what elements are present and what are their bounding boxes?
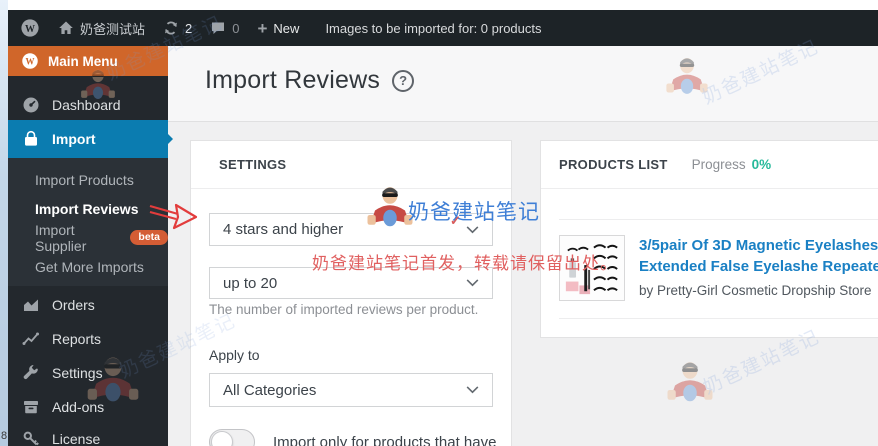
import-only-toggle[interactable] (209, 429, 255, 446)
active-menu-arrow (164, 130, 182, 148)
desktop-edge-strip: 8 (0, 0, 8, 446)
product-title-line1: 3/5pair Of 3D Magnetic Eyelashes Han (639, 237, 878, 254)
comments-indicator[interactable]: 0 (210, 20, 239, 36)
product-byline: by Pretty-Girl Cosmetic Dropship Store (639, 283, 872, 298)
wordpress-menu[interactable]: W (20, 18, 40, 38)
svg-text:W: W (25, 24, 35, 35)
import-only-toggle-label: Import only for products that have (273, 433, 497, 446)
sidebar-item-label: Dashboard (52, 97, 121, 113)
wordpress-logo-icon: W (22, 53, 38, 69)
site-link[interactable]: 奶爸测试站 (58, 19, 145, 38)
wordpress-admin-screen: 8 W 奶爸测试站 2 0 + New Images to be importe… (0, 0, 878, 446)
superhero-mascot-icon (666, 360, 714, 408)
chevron-down-icon (466, 386, 479, 394)
list-divider (559, 219, 878, 220)
plus-icon: + (257, 18, 268, 38)
product-title-link[interactable]: 3/5pair Of 3D Magnetic Eyelashes Han Ext… (639, 235, 878, 277)
chevron-down-icon (466, 279, 479, 287)
sidebar-item-reports[interactable]: Reports (8, 322, 168, 356)
reviews-limit-value: up to 20 (223, 274, 278, 292)
svg-text:W: W (26, 56, 35, 66)
page-title: Import Reviews (205, 66, 381, 94)
sidebar-item-label: Settings (52, 365, 103, 381)
sidebar-item-license[interactable]: License (8, 422, 168, 446)
admin-bar: W 奶爸测试站 2 0 + New Images to be imported … (8, 10, 878, 46)
sidebar-item-orders[interactable]: Orders (8, 288, 168, 322)
update-arrows-icon (165, 21, 178, 35)
new-label: New (273, 20, 300, 36)
sidebar-item-label: Reports (52, 331, 102, 347)
sidebar-item-dashboard[interactable]: Dashboard (8, 88, 168, 122)
submenu-item-import-supplier[interactable]: Import Supplier beta (8, 221, 168, 254)
watermark-bottom-right: 奶爸建站笔记 (666, 327, 823, 413)
submenu-item-import-products[interactable]: Import Products (8, 165, 168, 194)
import-submenu: Import Products Import Reviews Import Su… (8, 158, 168, 286)
home-icon (59, 21, 73, 34)
sidebar-item-label: Import (52, 131, 96, 147)
sidebar-item-label: Add-ons (52, 399, 105, 415)
sidebar-item-label: License (52, 431, 101, 446)
images-import-notice: Images to be imported for: 0 products (325, 20, 542, 36)
red-watermark-notice: 奶爸建站笔记首发，转载请保留出处。 (312, 254, 618, 273)
products-list-title: PRODUCTS LIST (559, 157, 668, 172)
updates-indicator[interactable]: 2 (163, 20, 192, 36)
line-chart-icon (22, 332, 39, 345)
progress-label: Progress (691, 157, 746, 172)
products-list-panel: PRODUCTS LIST Progress 0% 3/5pair Of 3D … (540, 140, 878, 338)
help-icon[interactable]: ? (392, 69, 415, 92)
archive-box-icon (24, 401, 38, 414)
submenu-item-import-reviews[interactable]: Import Reviews (8, 194, 168, 223)
area-chart-icon (24, 299, 38, 311)
reviews-limit-help: The number of imported reviews per produ… (209, 302, 479, 317)
main-menu-header[interactable]: W Main Menu (8, 46, 168, 76)
page-head: Import Reviews ? (205, 66, 415, 95)
comments-count: 0 (232, 20, 240, 36)
admin-sidebar: W Main Menu Dashboard Import Import Prod… (8, 46, 173, 446)
new-content-menu[interactable]: + New (257, 20, 299, 37)
toggle-knob (211, 431, 233, 446)
submenu-item-get-more-imports[interactable]: Get More Imports (8, 252, 168, 281)
main-menu-label: Main Menu (48, 53, 118, 69)
taskbar-badge: 8 (1, 430, 8, 442)
sidebar-item-add-ons[interactable]: Add-ons (8, 390, 168, 424)
submenu-label: Import Products (35, 171, 134, 188)
submenu-label: Import Supplier (35, 221, 87, 254)
window-top-edge (0, 0, 878, 10)
sidebar-item-label: Orders (52, 297, 95, 313)
import-only-toggle-row: Import only for products that have (209, 429, 496, 446)
red-check-mark: ✓ (450, 213, 461, 228)
sidebar-item-import[interactable]: Import (8, 120, 173, 158)
product-info: 3/5pair Of 3D Magnetic Eyelashes Han Ext… (639, 235, 878, 301)
sidebar-item-settings[interactable]: Settings (8, 356, 168, 390)
row-divider (559, 318, 878, 319)
red-arrow-annotation (149, 203, 198, 230)
submenu-label: Get More Imports (35, 258, 144, 275)
updates-count: 2 (185, 20, 193, 36)
chevron-down-icon (466, 225, 479, 233)
progress-value: 0% (751, 157, 772, 172)
wrench-icon (23, 364, 38, 380)
submenu-label: Import Reviews (35, 200, 139, 217)
settings-panel: SETTINGS 4 stars and higher up to 20 The… (190, 140, 512, 446)
settings-panel-title: SETTINGS (219, 157, 287, 172)
rating-filter-value: 4 stars and higher (223, 221, 344, 238)
category-select[interactable]: All Categories (209, 373, 493, 407)
category-value: All Categories (223, 381, 317, 399)
key-icon (23, 431, 39, 446)
comment-bubble-icon (212, 22, 225, 34)
gauge-icon (23, 97, 39, 113)
apply-to-label: Apply to (209, 347, 260, 363)
wordpress-logo-icon: W (21, 19, 39, 37)
product-title-line2: Extended False Eyelashe Repeated Use (639, 258, 878, 275)
shopping-bag-icon (25, 130, 37, 146)
site-name: 奶爸测试站 (80, 21, 146, 37)
